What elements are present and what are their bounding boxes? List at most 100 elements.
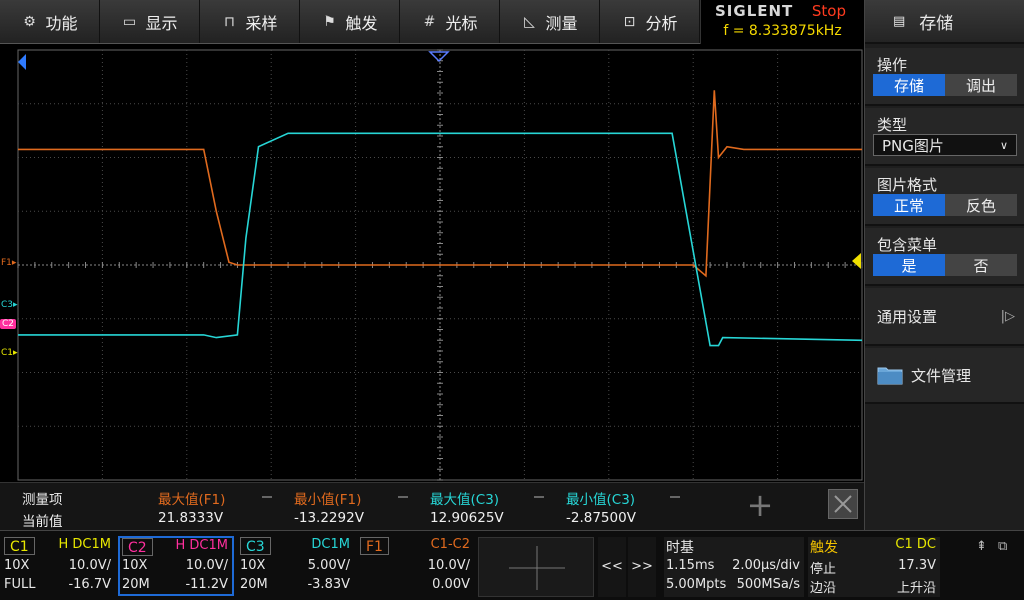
type-value: PNG图片 xyxy=(882,136,944,155)
c2-bandwidth: 20M xyxy=(122,577,150,592)
c3-scale: 5.00V/ xyxy=(307,558,350,573)
c1-tag: C1 xyxy=(4,537,35,555)
file-manager-label: 文件管理 xyxy=(911,366,972,385)
menu-label: 显示 xyxy=(145,13,178,33)
c2-tag: C2 xyxy=(122,538,153,556)
c3-tag: C3 xyxy=(240,537,271,555)
include-menu-no-option[interactable]: 否 xyxy=(945,254,1017,276)
c2-coupling: H DC1M xyxy=(175,538,228,553)
top-menu-bar: ⚙ 功能 ▭ 显示 ⊓ 采样 ⚑ 触发 # 光标 ◺ 测量 ⊡ 分析 xyxy=(0,0,700,44)
separator-dash xyxy=(534,496,544,498)
panel-empty-area xyxy=(865,406,1024,530)
f1-scale: 10.0V/ xyxy=(427,558,470,573)
menu-acquire-button[interactable]: ⊓ 采样 xyxy=(200,0,300,43)
c3-coupling: DC1M xyxy=(311,537,350,552)
format-normal-option[interactable]: 正常 xyxy=(873,194,945,216)
measurement-bar: 测量项 当前值 最大值(F1) 21.8333V 最小值(F1) -13.229… xyxy=(0,482,864,530)
c2-probe: 10X xyxy=(122,558,148,573)
c2-marker-label: C2 xyxy=(2,319,15,329)
run-state[interactable]: Stop xyxy=(812,2,846,20)
measure-value: 12.90625V xyxy=(430,510,504,526)
close-measure-button[interactable] xyxy=(828,489,858,519)
trigger-type: 边沿 xyxy=(810,581,837,596)
measure-name: 最大值(F1) xyxy=(158,492,226,508)
c3-marker[interactable]: C3▸ xyxy=(1,300,18,310)
c3-marker-label: C3 xyxy=(1,300,14,310)
analyze-icon: ⊡ xyxy=(623,13,636,30)
chevron-down-icon: ∨ xyxy=(999,138,1008,152)
trigger-state: 停止 xyxy=(810,562,837,577)
menu-analyze-button[interactable]: ⊡ 分析 xyxy=(600,0,700,43)
next-page-button[interactable]: >> xyxy=(628,537,656,597)
general-settings-label: 通用设置 xyxy=(877,307,938,326)
folder-icon xyxy=(877,367,903,385)
close-icon xyxy=(834,495,852,513)
c3-bandwidth: 20M xyxy=(240,577,268,592)
operation-section: 操作 存储 调出 xyxy=(865,48,1024,106)
menu-label: 测量 xyxy=(545,13,578,33)
timebase-delay: 1.15ms xyxy=(666,558,715,573)
measure-name: 最小值(C3) xyxy=(566,492,636,508)
c3-offset: -3.83V xyxy=(307,577,350,592)
c1-coupling: H DC1M xyxy=(58,537,111,552)
c2-offset: -11.2V xyxy=(185,577,228,592)
menu-label: 光标 xyxy=(445,13,478,33)
menu-display-button[interactable]: ▭ 显示 xyxy=(100,0,200,43)
menu-trigger-button[interactable]: ⚑ 触发 xyxy=(300,0,400,43)
recall-option[interactable]: 调出 xyxy=(945,74,1017,96)
left-scroll-marker[interactable] xyxy=(18,54,26,70)
crosshair-icon: # xyxy=(423,13,436,30)
file-manager-button[interactable]: 文件管理 xyxy=(865,348,1024,404)
math-f1-box[interactable]: F1 C1-C2 10.0V/ 0.00V xyxy=(358,537,474,597)
menu-cursor-button[interactable]: # 光标 xyxy=(400,0,500,43)
timebase-label: 时基 xyxy=(666,540,694,556)
type-select[interactable]: PNG图片 ∨ xyxy=(873,134,1017,156)
channel-c3-box[interactable]: C3 DC1M 10X 5.00V/ 20M -3.83V xyxy=(238,537,354,597)
add-measurement-button[interactable]: + xyxy=(744,489,776,523)
prev-page-button[interactable]: << xyxy=(598,537,626,597)
c2-scale: 10.0V/ xyxy=(185,558,228,573)
usb-icon: ⇞ xyxy=(976,539,987,554)
separator-dash xyxy=(398,496,408,498)
menu-label: 采样 xyxy=(245,13,278,33)
type-label: 类型 xyxy=(877,116,908,134)
wave-icon: ⊓ xyxy=(224,13,235,30)
trigger-source: C1 DC xyxy=(895,537,936,552)
format-invert-option[interactable]: 反色 xyxy=(945,194,1017,216)
timebase-scale: 2.00µs/div xyxy=(732,558,800,573)
trigger-box[interactable]: 触发 C1 DC 停止 17.3V 边沿 上升沿 xyxy=(808,537,940,597)
measure-value: -2.87500V xyxy=(566,510,636,526)
menu-label: 功能 xyxy=(45,13,78,33)
f1-marker-label: F1 xyxy=(1,258,12,268)
add-channel-slot[interactable] xyxy=(478,537,594,597)
image-format-section: 图片格式 正常 反色 xyxy=(865,168,1024,226)
operation-label: 操作 xyxy=(877,56,908,74)
include-menu-yes-option[interactable]: 是 xyxy=(873,254,945,276)
sample-rate: 500MSa/s xyxy=(736,577,800,592)
f1-marker[interactable]: F1▸ xyxy=(1,258,16,268)
trigger-level-marker[interactable] xyxy=(852,253,861,269)
trigger-label: 触发 xyxy=(810,540,838,556)
menu-measure-button[interactable]: ◺ 测量 xyxy=(500,0,600,43)
timebase-box[interactable]: 时基 1.15ms 2.00µs/div 5.00Mpts 500MSa/s xyxy=(664,537,804,597)
trigger-position-marker[interactable] xyxy=(428,51,450,63)
c1-marker[interactable]: C1▸ xyxy=(1,348,18,358)
save-icon: ▤ xyxy=(893,13,906,29)
submenu-arrow-icon: |▷ xyxy=(1000,308,1015,324)
menu-function-button[interactable]: ⚙ 功能 xyxy=(0,0,100,43)
c1-marker-label: C1 xyxy=(1,348,14,358)
general-settings-button[interactable]: 通用设置 |▷ xyxy=(865,288,1024,346)
channel-c2-box[interactable]: C2 H DC1M 10X 10.0V/ 20M -11.2V xyxy=(118,536,234,596)
trigger-slope: 上升沿 xyxy=(896,581,936,596)
f1-expression: C1-C2 xyxy=(430,537,470,552)
measure-value: -13.2292V xyxy=(294,510,364,526)
plus-icon xyxy=(509,546,565,590)
separator-dash xyxy=(670,496,680,498)
monitor-icon: ▭ xyxy=(122,13,137,30)
waveform-display[interactable]: F1▸ C3▸ C2 C1▸ xyxy=(0,44,864,482)
type-section: 类型 PNG图片 ∨ xyxy=(865,108,1024,166)
c2-marker[interactable]: C2 xyxy=(0,319,17,329)
save-option[interactable]: 存储 xyxy=(873,74,945,96)
channel-c1-box[interactable]: C1 H DC1M 10X 10.0V/ FULL -16.7V xyxy=(2,537,115,597)
separator-dash xyxy=(262,496,272,498)
